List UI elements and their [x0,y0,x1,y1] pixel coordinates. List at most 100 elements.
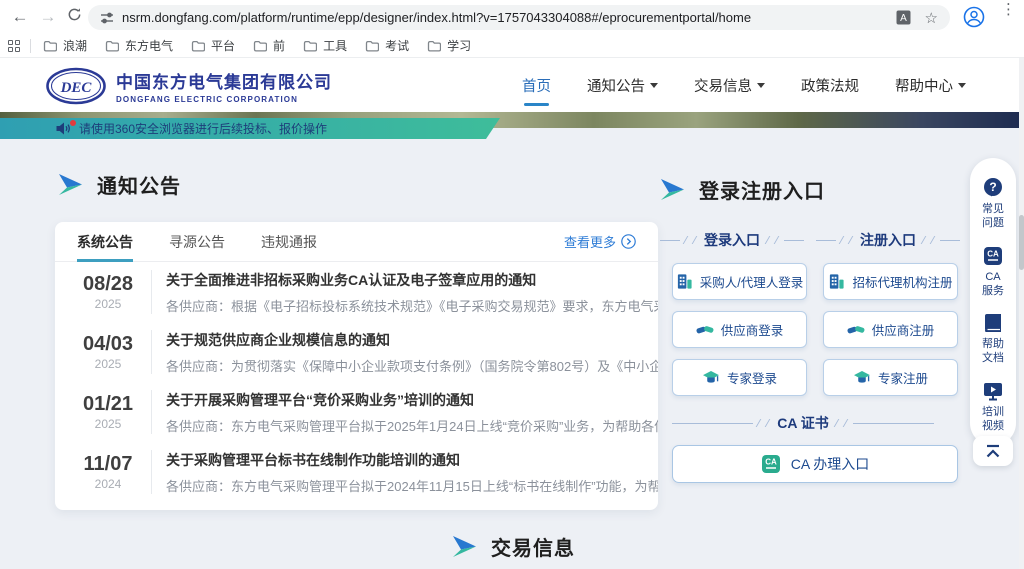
collapse-sidebar-button[interactable] [973,436,1013,466]
bookmark-folder[interactable]: 东方电气 [105,37,173,54]
floating-sidebar: ? 常见问题 CA CA服务 帮助文档 [970,158,1016,446]
bookmark-label: 浪潮 [63,37,87,54]
ca-badge-icon: CA [761,454,781,474]
notice-title[interactable]: 关于全面推进非招标采购业务CA认证及电子签章应用的通知 [166,270,658,290]
notice-card: 系统公告 寻源公告 违规通报 查看更多 08/28 2025 关于全面推进非招标… [55,222,658,510]
bookmark-folder[interactable]: 工具 [303,37,347,54]
video-monitor-icon [982,380,1004,402]
register-entry-header: 注册入口 [816,230,960,250]
nav-policies[interactable]: 政策法规 [801,75,859,96]
divider [151,330,152,374]
translate-icon[interactable]: A [896,10,911,25]
reload-icon[interactable] [64,7,84,27]
scrollbar-track[interactable] [1019,58,1024,569]
notice-row[interactable]: 11/07 2024 关于采购管理平台标书在线制作功能培训的通知 各供应商：东方… [55,442,658,502]
notice-row[interactable]: 08/28 2025 关于全面推进非招标采购业务CA认证及电子签章应用的通知 各… [55,262,658,322]
sidebar-label: 培训视频 [980,405,1006,434]
folder-icon [427,40,441,52]
url-bar[interactable]: nsrm.dongfang.com/platform/runtime/epp/d… [88,5,950,30]
svg-text:A: A [900,13,907,24]
main-nav: 首页 通知公告 交易信息 政策法规 帮助中心 [522,58,966,112]
login-entry-header: 登录入口 [660,230,804,250]
nav-home[interactable]: 首页 [522,75,551,96]
speaker-icon [56,122,71,135]
browser-toolbar: ← → nsrm.dongfang.com/platform/runtime/e… [0,0,1024,34]
chevron-down-icon [757,83,765,88]
ca-cert-header: CA 证书 [672,413,934,433]
trade-info-section-title: 交易信息 [452,532,575,561]
notice-desc: 各供应商：东方电气采购管理平台拟于2024年11月15日上线“标书在线制作”功能… [166,476,658,495]
folder-icon [253,40,267,52]
divider [151,390,152,434]
bookmark-folder[interactable]: 前 [253,37,285,54]
chevron-down-icon [650,83,658,88]
ca-apply-button[interactable]: CA CA 办理入口 [672,445,958,483]
chevron-down-icon [958,83,966,88]
divider [151,450,152,494]
notice-row[interactable]: 04/03 2025 关于规范供应商企业规模信息的通知 各供应商：为贯彻落实《保… [55,322,658,382]
nav-trade-info[interactable]: 交易信息 [694,75,765,96]
browser-notice-ribbon: 请使用360安全浏览器进行后续投标、报价操作 [0,118,500,139]
ribbon-text: 请使用360安全浏览器进行后续投标、报价操作 [79,120,327,137]
ca-service-shortcut[interactable]: CA CA服务 [970,238,1016,306]
apps-grid-icon[interactable] [8,40,20,52]
site-header: DEC 中国东方电气集团有限公司 DONGFANG ELECTRIC CORPO… [0,58,1024,112]
bookmark-folder[interactable]: 平台 [191,37,235,54]
sidebar-label: 帮助文档 [980,337,1006,366]
notice-desc: 各供应商：为贯彻落实《保障中小企业款项支付条例》（国务院令第802号）及《中小企… [166,356,658,375]
bookmark-folder[interactable]: 考试 [365,37,409,54]
bidding-agency-register-button[interactable]: 招标代理机构注册 [823,263,958,300]
expert-register-button[interactable]: 专家注册 [823,359,958,396]
handshake-icon [847,322,865,337]
folder-icon [105,40,119,52]
url-text[interactable]: nsrm.dongfang.com/platform/runtime/epp/d… [122,10,896,25]
logo-en-text: DONGFANG ELECTRIC CORPORATION [116,95,332,104]
graduation-cap-icon [702,370,720,386]
bookmarks-bar: 浪潮 东方电气 平台 前 工具 考试 学习 [0,34,1024,58]
circle-arrow-icon [621,234,636,249]
svg-text:CA: CA [987,249,999,258]
profile-icon[interactable] [963,6,985,28]
notice-title[interactable]: 关于规范供应商企业规模信息的通知 [166,330,658,350]
nav-notices[interactable]: 通知公告 [587,75,658,96]
dec-logo[interactable]: DEC 中国东方电气集团有限公司 DONGFANG ELECTRIC CORPO… [46,67,332,105]
expert-login-button[interactable]: 专家登录 [672,359,807,396]
forward-icon[interactable]: → [38,7,58,27]
notices-section-title: 通知公告 [58,170,181,199]
scrollbar-thumb[interactable] [1019,215,1024,270]
bookmark-label: 工具 [323,37,347,54]
notice-title[interactable]: 关于开展采购管理平台“竞价采购业务”培训的通知 [166,390,658,410]
arrow-icon [660,179,685,200]
faq-shortcut[interactable]: ? 常见问题 [970,170,1016,238]
bookmark-label: 考试 [385,37,409,54]
buyer-agent-login-button[interactable]: 采购人/代理人登录 [672,263,807,300]
browser-menu-icon[interactable]: ⋮ [1001,6,1011,13]
notice-desc: 各供应商：东方电气采购管理平台拟于2025年1月24日上线“竞价采购”业务，为帮… [166,416,658,435]
bookmark-star-icon[interactable]: ☆ [925,9,938,27]
divider [30,39,31,53]
bookmark-label: 平台 [211,37,235,54]
building-icon [828,273,845,290]
supplier-login-button[interactable]: 供应商登录 [672,311,807,348]
training-videos-shortcut[interactable]: 培训视频 [970,373,1016,441]
notice-desc: 各供应商：根据《电子招标投标系统技术规范》《电子采购交易规范》要求，东方电气采购… [166,296,658,315]
divider [151,270,152,314]
supplier-register-button[interactable]: 供应商注册 [823,311,958,348]
nav-help-center[interactable]: 帮助中心 [895,75,966,96]
bookmark-folder[interactable]: 浪潮 [43,37,87,54]
arrow-icon [452,536,477,557]
notice-title[interactable]: 关于采购管理平台标书在线制作功能培训的通知 [166,450,658,470]
tab-sourcing-notices[interactable]: 寻源公告 [169,222,225,262]
tab-violation-reports[interactable]: 违规通报 [261,222,317,262]
bookmark-label: 学习 [447,37,471,54]
back-icon[interactable]: ← [10,7,30,27]
site-controls-icon[interactable] [100,11,114,25]
logo-cn-text: 中国东方电气集团有限公司 [116,68,332,93]
view-more-link[interactable]: 查看更多 [564,232,636,251]
help-docs-shortcut[interactable]: 帮助文档 [970,305,1016,373]
tab-system-notices[interactable]: 系统公告 [77,222,133,262]
bookmark-folder[interactable]: 学习 [427,37,471,54]
handshake-icon [696,322,714,337]
notice-row[interactable]: 01/21 2025 关于开展采购管理平台“竞价采购业务”培训的通知 各供应商：… [55,382,658,442]
login-register-panel: 登录注册入口 登录入口 注册入口 [660,175,960,483]
